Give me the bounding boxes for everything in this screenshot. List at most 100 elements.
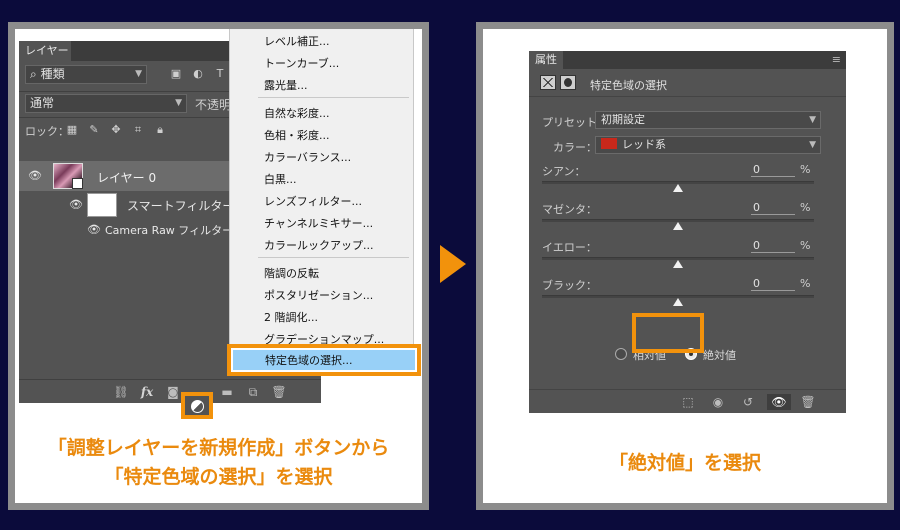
menu-item-vibrance[interactable]: 自然な彩度... — [264, 105, 330, 121]
chevron-down-icon: ▼ — [135, 69, 142, 79]
menu-item-invert[interactable]: 階調の反転 — [264, 265, 319, 281]
visibility-eye-icon[interactable]: 👁︎ — [767, 394, 791, 410]
properties-panel: 属性 ≡ 特定色域の選択 プリセット： 初期設定 ▼ カラー： レッド系 ▼ シ… — [529, 51, 846, 413]
left-caption-line2: 「特定色域の選択」を選択 — [104, 466, 333, 488]
layer-thumbnail — [53, 163, 83, 189]
slider-label: ブラック： — [542, 279, 597, 292]
trash-icon[interactable]: 🗑︎ — [271, 384, 287, 400]
color-value: レッド系 — [622, 138, 666, 151]
menu-item-hue-saturation[interactable]: 色相・彩度... — [264, 127, 330, 143]
slider-value-input[interactable]: 0 — [751, 163, 795, 177]
slider-unit: % — [800, 277, 811, 290]
clip-to-layer-icon[interactable]: ⬚ — [679, 394, 697, 410]
chevron-down-icon: ▼ — [809, 140, 816, 150]
slider-thumb[interactable] — [673, 260, 683, 268]
slider-label: イエロー： — [542, 241, 597, 254]
lock-label: ロック： — [25, 125, 69, 138]
menu-item-color-lookup[interactable]: カラールックアップ... — [264, 237, 374, 253]
layer-name: レイヤー 0 — [97, 171, 157, 185]
lock-brush-icon[interactable]: ✎ — [87, 123, 101, 137]
slider-unit: % — [800, 163, 811, 176]
right-step-frame: 属性 ≡ 特定色域の選択 プリセット： 初期設定 ▼ カラー： レッド系 ▼ シ… — [476, 22, 894, 510]
menu-item-color-balance[interactable]: カラーバランス... — [264, 149, 351, 165]
color-swatch — [601, 138, 617, 149]
smart-filter-mask-thumbnail — [87, 193, 117, 217]
lock-move-icon[interactable]: ✥ — [109, 123, 123, 137]
left-caption-line1: 「調整レイヤーを新規作成」ボタンから — [47, 437, 390, 459]
right-step-card: 属性 ≡ 特定色域の選択 プリセット： 初期設定 ▼ カラー： レッド系 ▼ シ… — [483, 29, 887, 503]
left-step-frame: レイヤー ⌕ 種類 ▼ ▣ ◐ T 通常 ▼ 不透明度 ロック： ▦ ✎ ✥ ⌗… — [8, 22, 429, 510]
reset-icon[interactable]: ↺ — [739, 394, 757, 410]
relative-radio[interactable] — [615, 348, 627, 360]
lock-transparent-icon[interactable]: ▦ — [65, 123, 79, 137]
add-mask-icon[interactable]: ◙ — [165, 384, 181, 400]
adjustment-menu: レベル補正... トーンカーブ... 露光量... 自然な彩度... 色相・彩度… — [229, 29, 414, 373]
menu-item-exposure[interactable]: 露光量... — [264, 77, 308, 93]
tab-properties[interactable]: 属性 — [529, 51, 563, 69]
chevron-down-icon: ▼ — [175, 98, 182, 108]
fx-button[interactable]: fx — [139, 384, 155, 400]
slider-value-input[interactable]: 0 — [751, 239, 795, 253]
slider-value-input[interactable]: 0 — [751, 201, 795, 215]
new-layer-icon[interactable]: ⧉ — [245, 384, 261, 400]
adjustment-layer-icon — [191, 400, 204, 413]
slider-value-input[interactable]: 0 — [751, 277, 795, 291]
properties-tabbar: 属性 ≡ — [529, 51, 846, 69]
menu-separator — [258, 257, 409, 258]
menu-item-photo-filter[interactable]: レンズフィルター... — [264, 193, 362, 209]
menu-item-selective-color-label: 特定色域の選択... — [265, 354, 353, 367]
menu-item-levels[interactable]: レベル補正... — [264, 33, 330, 49]
lock-all-icon[interactable]: 🔒︎ — [153, 123, 167, 137]
chevron-down-icon: ▼ — [809, 115, 816, 125]
folder-icon[interactable]: ▬ — [219, 384, 235, 400]
tab-layers[interactable]: レイヤー — [19, 41, 71, 61]
eye-icon[interactable]: 👁︎ — [87, 224, 101, 236]
type-filter-icon[interactable]: T — [213, 67, 227, 81]
slider-label: マゼンタ： — [542, 203, 597, 216]
smart-object-badge-icon — [72, 178, 83, 189]
adjustment-properties-icon[interactable] — [540, 75, 556, 90]
smart-filter-label: スマートフィルター — [127, 199, 235, 213]
menu-item-black-white[interactable]: 白黒... — [264, 171, 297, 187]
menu-item-curves[interactable]: トーンカーブ... — [264, 55, 339, 71]
right-caption: 「絶対値」を選択 — [608, 452, 761, 474]
menu-item-selective-color[interactable]: 特定色域の選択... — [227, 344, 421, 376]
search-icon: ⌕ — [30, 67, 37, 81]
eye-icon[interactable]: 👁︎ — [69, 199, 83, 211]
blend-mode-value: 通常 — [30, 96, 55, 110]
slider-unit: % — [800, 201, 811, 214]
properties-header: 特定色域の選択 — [529, 69, 846, 97]
image-filter-icon[interactable]: ▣ — [169, 67, 183, 81]
trash-icon[interactable]: 🗑︎ — [799, 394, 817, 410]
slider-thumb[interactable] — [673, 184, 683, 192]
menu-separator — [258, 97, 409, 98]
blend-mode-select[interactable]: 通常 ▼ — [25, 94, 187, 113]
slider-thumb[interactable] — [673, 298, 683, 306]
layer-kind-filter-select[interactable]: ⌕ 種類 ▼ — [25, 65, 147, 84]
absolute-label: 絶対値 — [703, 349, 736, 362]
layer-kind-filter-value: 種類 — [40, 67, 65, 81]
menu-item-posterize[interactable]: ポスタリゼーション... — [264, 287, 373, 303]
link-icon[interactable]: ⛓︎ — [113, 384, 129, 400]
next-step-arrow-icon — [440, 245, 466, 283]
lock-artboard-icon[interactable]: ⌗ — [131, 123, 145, 137]
menu-item-threshold[interactable]: 2 階調化... — [264, 309, 318, 325]
properties-title: 特定色域の選択 — [590, 79, 667, 92]
left-step-card: レイヤー ⌕ 種類 ▼ ▣ ◐ T 通常 ▼ 不透明度 ロック： ▦ ✎ ✥ ⌗… — [15, 29, 422, 503]
camera-raw-filter-label: Camera Raw フィルター — [105, 224, 234, 237]
slider-label: シアン： — [542, 165, 586, 178]
slider-thumb[interactable] — [673, 222, 683, 230]
eye-icon[interactable]: 👁︎ — [28, 170, 42, 182]
menu-item-channel-mixer[interactable]: チャンネルミキサー... — [264, 215, 373, 231]
view-previous-icon[interactable]: ◉ — [709, 394, 727, 410]
color-label: カラー： — [553, 141, 597, 154]
properties-footer: ⬚ ◉ ↺ 👁︎ 🗑︎ — [529, 389, 846, 413]
layers-footer: ⛓︎ fx ◙ ▬ ⧉ 🗑︎ — [19, 379, 321, 403]
adjustment-filter-icon[interactable]: ◐ — [191, 67, 205, 81]
panel-menu-icon[interactable]: ≡ — [832, 53, 841, 66]
preset-select[interactable]: 初期設定 ▼ — [595, 111, 821, 129]
slider-unit: % — [800, 239, 811, 252]
new-adjustment-layer-button[interactable] — [181, 392, 213, 419]
color-select[interactable]: レッド系 ▼ — [595, 136, 821, 154]
mask-properties-icon[interactable] — [560, 75, 576, 90]
